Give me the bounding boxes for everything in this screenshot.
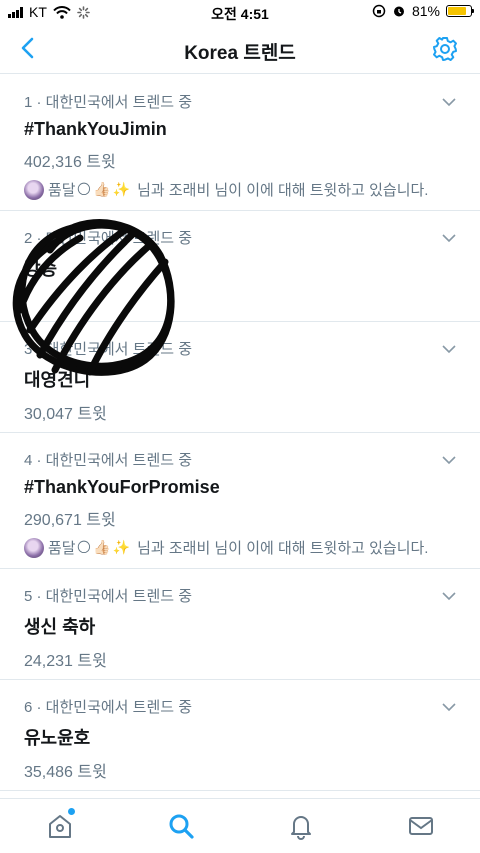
full-moon-emoji-icon: 🌕 [76,539,92,555]
trend-tweeting: 품달 🌕 👍🏻 ✨ 님과 조래비 님이 이에 대해 트윗하고 있습니다. [24,537,456,558]
chevron-down-icon[interactable] [442,591,456,601]
sparkles-emoji-icon: ✨ [112,539,131,555]
avatar [24,179,44,200]
orientation-lock-icon [372,4,386,18]
trends-list: 1 · 대한민국에서 트렌드 중 #ThankYouJimin 402,316 … [0,75,480,807]
trend-meta: 1 · 대한민국에서 트렌드 중 [24,94,193,111]
chevron-down-icon[interactable] [442,97,456,107]
tab-search[interactable] [166,811,196,841]
mail-icon [409,817,433,835]
trend-name: 강승 [24,259,58,279]
trend-row-4[interactable]: 4 · 대한민국에서 트렌드 중 #ThankYouForPromise 290… [0,433,480,569]
trend-row-2[interactable]: 2 · 대한민국에서 트렌드 중 강승 [0,211,480,322]
search-icon [169,814,194,839]
nav-bar: Korea 트렌드 [0,24,480,74]
avatar [24,537,44,558]
trend-name: #ThankYouJimin [24,119,167,139]
trend-name: #ThankYouForPromise [24,477,220,497]
trend-row-5[interactable]: 5 · 대한민국에서 트렌드 중 생신 축하 24,231 트윗 [0,569,480,680]
chevron-down-icon[interactable] [442,702,456,712]
page-title: Korea 트렌드 [184,43,296,64]
status-bar: KT 오전 4:51 81% [0,0,480,24]
trend-tweet-count: 35,486 트윗 [24,764,107,781]
bell-icon [291,816,311,840]
trend-tweet-count: 30,047 트윗 [24,406,107,423]
tab-notifications[interactable] [286,811,316,841]
trend-tweet-count: 402,316 트윗 [24,154,116,171]
trend-name: 대영견니 [24,370,91,390]
tab-home[interactable] [45,808,75,841]
notification-dot [68,808,75,815]
trend-meta: 2 · 대한민국에서 트렌드 중 [24,230,193,247]
trend-meta: 5 · 대한민국에서 트렌드 중 [24,588,193,605]
chevron-down-icon[interactable] [442,233,456,243]
home-icon [49,815,71,838]
alarm-icon [393,6,404,17]
trend-row-1[interactable]: 1 · 대한민국에서 트렌드 중 #ThankYouJimin 402,316 … [0,75,480,211]
tweeting-user: 품달 [48,182,76,199]
tweeting-user: 품달 [48,540,76,557]
trend-meta: 3 · 대한민국에서 트렌드 중 [24,341,193,358]
battery-icon [446,5,474,17]
trend-name: 유노윤호 [24,728,91,748]
battery-percent: 81% [411,3,440,19]
trend-name: 생신 축하 [24,617,96,637]
thumbs-up-emoji-icon: 👍🏻 [93,539,111,555]
status-right: 81% [372,3,474,19]
tab-messages[interactable] [406,811,436,841]
full-moon-emoji-icon: 🌕 [76,181,92,197]
settings-gear-icon[interactable] [432,36,458,62]
sparkles-emoji-icon: ✨ [112,181,131,197]
trend-row-6[interactable]: 6 · 대한민국에서 트렌드 중 유노윤호 35,486 트윗 [0,680,480,791]
trend-meta: 4 · 대한민국에서 트렌드 중 [24,452,193,469]
chevron-down-icon[interactable] [442,344,456,354]
trend-tweet-count: 290,671 트윗 [24,512,116,529]
tweeting-text: 님과 조래비 님이 이에 대해 트윗하고 있습니다. [137,540,429,557]
trend-meta: 6 · 대한민국에서 트렌드 중 [24,699,193,716]
trend-tweeting: 품달 🌕 👍🏻 ✨ 님과 조래비 님이 이에 대해 트윗하고 있습니다. [24,179,456,200]
tweeting-text: 님과 조래비 님이 이에 대해 트윗하고 있습니다. [137,182,429,199]
tab-bar [0,798,480,853]
trend-row-3[interactable]: 3 · 대한민국에서 트렌드 중 대영견니 30,047 트윗 [0,322,480,433]
chevron-down-icon[interactable] [442,455,456,465]
thumbs-up-emoji-icon: 👍🏻 [93,181,111,197]
trend-tweet-count: 24,231 트윗 [24,653,107,670]
